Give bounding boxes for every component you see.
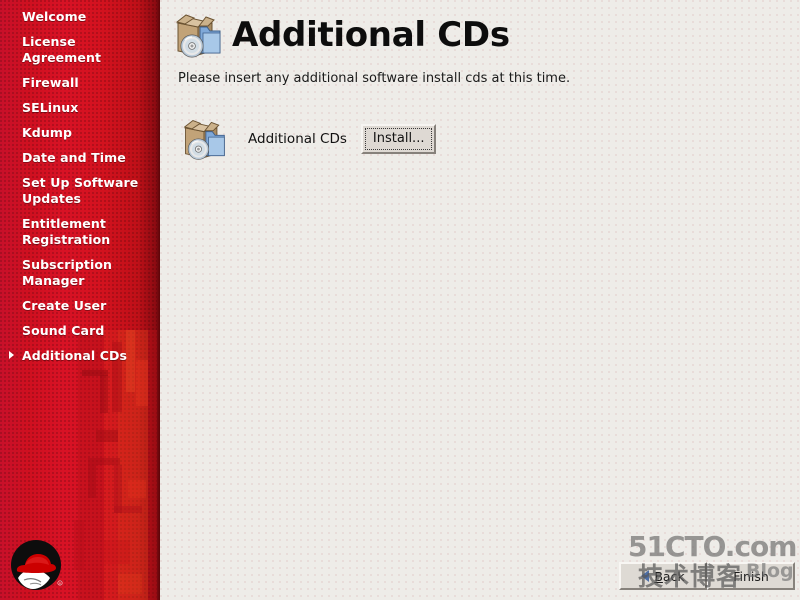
sidebar-item-label: Sound Card [22,323,105,338]
sidebar-item-label: SELinux [22,100,79,115]
sidebar-item-label: Entitlement Registration [22,216,111,247]
additional-cds-box-icon [175,14,221,58]
sidebar-item-firewall[interactable]: Firewall [0,74,160,92]
sidebar-item-welcome[interactable]: Welcome [0,8,160,26]
page-title: Additional CDs [232,15,510,55]
finish-button[interactable]: Finish [707,562,795,590]
sidebar-item-label: Firewall [22,75,79,90]
sidebar-item-license-agreement[interactable]: License Agreement [0,33,160,67]
sidebar-item-label: Additional CDs [22,348,128,363]
navigation-button-bar: Back Finish [619,562,795,590]
firstboot-window: Welcome License Agreement Firewall SELin… [0,0,800,600]
selection-arrow-icon [9,351,14,359]
sidebar-item-create-user[interactable]: Create User [0,297,160,315]
svg-text:R: R [59,582,61,586]
watermark-site: 51CTO.com [628,530,797,563]
sidebar-nav: Welcome License Agreement Firewall SELin… [0,0,160,365]
install-button-label: Install... [364,128,433,150]
page-description: Please insert any additional software in… [178,71,571,86]
page-header: Additional CDs [160,0,800,61]
sidebar-item-label: Create User [22,298,107,313]
install-button[interactable]: Install... [360,124,437,154]
content-area: Additional CDs Please insert any additio… [160,0,800,600]
sidebar-item-selinux[interactable]: SELinux [0,99,160,117]
additional-cds-label: Additional CDs [248,131,347,147]
sidebar-item-date-and-time[interactable]: Date and Time [0,149,160,167]
red-hat-shadowman-logo: R [11,540,63,590]
sidebar-item-label: Subscription Manager [22,257,113,288]
sidebar-item-label: Welcome [22,9,87,24]
sidebar-item-label: Set Up Software Updates [22,175,139,206]
sidebar-item-label: Date and Time [22,150,126,165]
sidebar: Welcome License Agreement Firewall SELin… [0,0,160,600]
sidebar-item-kdump[interactable]: Kdump [0,124,160,142]
sidebar-item-entitlement-registration[interactable]: Entitlement Registration [0,215,160,249]
sidebar-item-additional-cds[interactable]: Additional CDs [0,347,160,365]
sidebar-item-sound-card[interactable]: Sound Card [0,322,160,340]
sidebar-item-label: Kdump [22,125,73,140]
finish-button-label: Finish [733,568,769,584]
arrow-left-icon [641,570,650,582]
additional-cds-row: Additional CDs Install... [180,115,800,163]
back-button[interactable]: Back [619,562,707,590]
back-button-label: Back [654,568,685,584]
additional-cds-box-icon [183,120,225,160]
sidebar-item-set-up-software-updates[interactable]: Set Up Software Updates [0,174,160,208]
sidebar-item-subscription-manager[interactable]: Subscription Manager [0,256,160,290]
sidebar-item-label: License Agreement [22,34,102,65]
